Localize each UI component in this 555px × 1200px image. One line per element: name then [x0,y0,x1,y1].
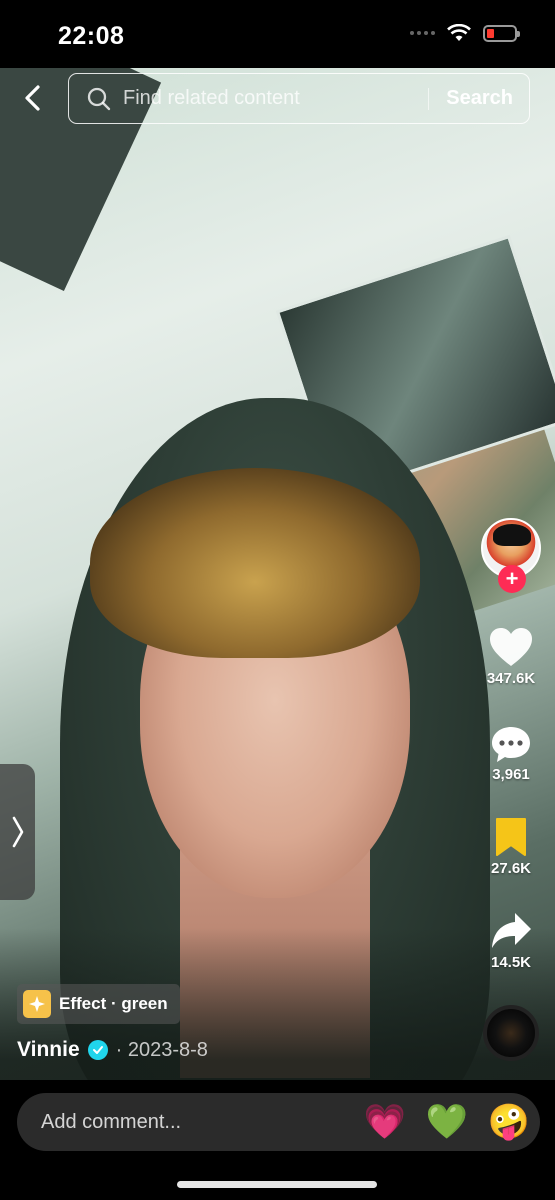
home-indicator[interactable] [177,1181,377,1188]
search-icon [87,87,111,110]
share-count: 14.5K [490,954,532,971]
author-row: Vinnie · 2023-8-8 [17,1038,208,1062]
bottom-bar: Add comment... 💗 💚 🤪 [0,1080,555,1200]
comment-input[interactable]: Add comment... [41,1111,354,1134]
chevron-right-icon [12,816,23,848]
post-date: · 2023-8-8 [115,1038,208,1061]
emoji-heart-pink-button[interactable]: 💗 [354,1105,416,1139]
effect-tag[interactable]: Effect · green [17,984,180,1024]
comment-count: 3,961 [492,766,530,783]
music-disc-icon[interactable] [483,1005,539,1061]
emoji-heart-green-button[interactable]: 💚 [416,1105,478,1139]
comment-button[interactable]: 3,961 [480,724,542,783]
comment-bubble-icon [492,727,530,762]
video-subject [90,468,420,658]
status-icons [410,24,520,42]
video-player[interactable] [0,68,555,1080]
like-count: 347.6K [486,670,536,687]
bookmark-icon [496,818,526,856]
share-arrow-icon [492,913,531,948]
save-button[interactable]: 27.6K [480,816,542,877]
back-arrow-icon[interactable] [20,84,46,112]
verified-badge-icon [87,1040,108,1060]
follow-plus-button[interactable]: + [498,565,526,593]
like-button[interactable]: 347.6K [480,626,542,687]
save-count: 27.6K [490,860,532,877]
creator-avatar[interactable]: + [481,518,541,593]
battery-icon [483,24,520,42]
search-button[interactable]: Search [429,87,529,110]
emoji-zany-face-button[interactable]: 🤪 [478,1105,540,1139]
share-button[interactable]: 14.5K [480,910,542,971]
wifi-icon [447,24,471,41]
side-drawer-tab[interactable] [0,764,35,900]
author-name[interactable]: Vinnie [17,1038,80,1062]
comment-input-bar[interactable]: Add comment... 💗 💚 🤪 [17,1093,540,1151]
status-bar: 22:08 [0,0,555,68]
status-time: 22:08 [58,22,125,50]
signal-icon [410,31,435,35]
search-bar[interactable]: Find related content Search [68,73,530,124]
search-input[interactable]: Find related content [123,87,428,110]
effect-sparkle-icon [23,990,51,1018]
heart-icon [490,628,532,666]
effect-label: Effect · green [59,994,168,1013]
